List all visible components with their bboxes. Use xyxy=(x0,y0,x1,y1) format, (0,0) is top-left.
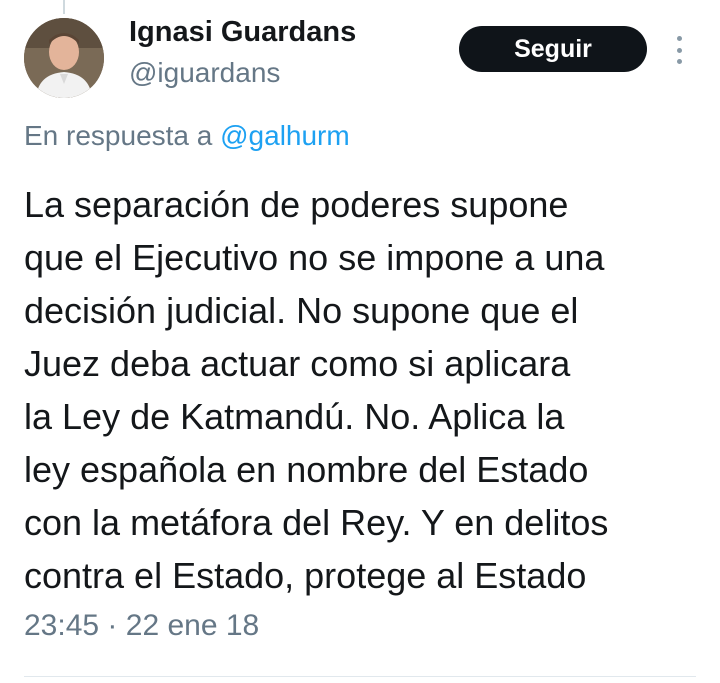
tweet-time: 23:45 xyxy=(24,609,100,642)
author-name[interactable]: Ignasi Guardans xyxy=(129,16,356,49)
more-vertical-icon[interactable] xyxy=(672,36,686,64)
divider xyxy=(24,676,696,677)
reply-prefix: En respuesta a xyxy=(24,120,213,151)
thread-connector-line xyxy=(63,0,65,14)
tweet-text-line: contra el Estado, protege al Estado xyxy=(24,555,587,596)
tweet-text-line: ley española en nombre del Estado xyxy=(24,449,589,490)
more-dot xyxy=(676,36,682,41)
tweet-text-line: que el Ejecutivo no se impone a una xyxy=(24,237,605,278)
avatar[interactable] xyxy=(24,18,104,98)
avatar-photo xyxy=(24,18,104,98)
meta-separator: · xyxy=(107,609,118,642)
tweet-text-line: la Ley de Katmandú. No. Aplica la xyxy=(24,396,565,437)
reply-context: En respuesta a @galhurm xyxy=(24,120,350,152)
tweet-text-line: La separación de poderes supone xyxy=(24,184,569,225)
tweet-timestamp[interactable]: 23:45 · 22 ene 18 xyxy=(24,609,259,643)
reply-mention-link[interactable]: @galhurm xyxy=(220,120,350,151)
tweet-text-line: decisión judicial. No supone que el xyxy=(24,290,579,331)
tweet-text: La separación de poderes supone que el E… xyxy=(24,178,694,602)
tweet-text-line: Juez deba actuar como si aplicara xyxy=(24,343,571,384)
tweet-date: 22 ene 18 xyxy=(125,609,260,642)
more-dot xyxy=(676,47,682,53)
follow-button[interactable]: Seguir xyxy=(459,26,647,72)
more-dot xyxy=(676,59,682,64)
tweet-text-line: con la metáfora del Rey. Y en delitos xyxy=(24,502,609,543)
author-handle[interactable]: @iguardans xyxy=(129,57,280,89)
